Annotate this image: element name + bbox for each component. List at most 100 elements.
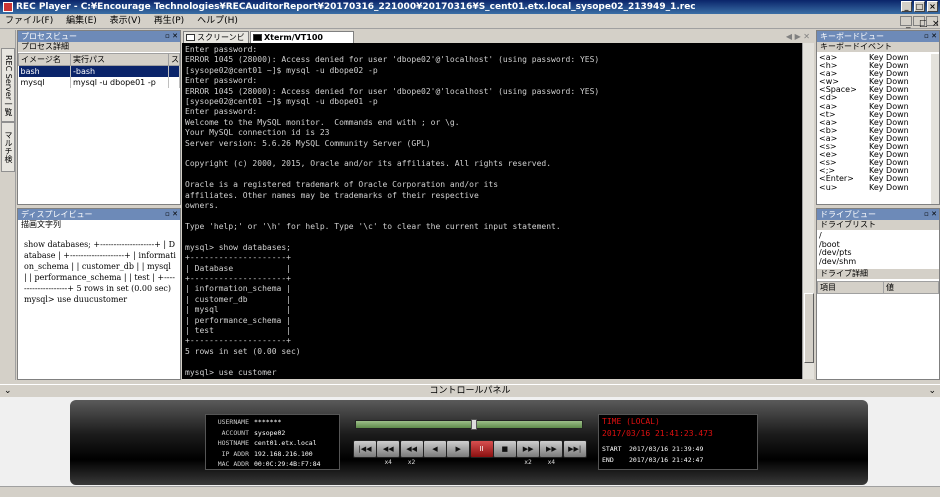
drawn-string-label: 描画文字列 [18,220,180,230]
process-image-cell: bash [18,65,71,77]
forward-x4-icon: ▶▶ [546,445,557,453]
progress-knob[interactable] [471,419,478,430]
forward-x2-icon: ▶▶ [522,445,534,453]
terminal-line: [sysope02@cent01 ~]$ mysql -u dbope01 -p [185,97,378,107]
terminal-line: | information_schema | [185,284,291,294]
mdi-close-button[interactable]: × [926,16,940,29]
terminal-scrollbar[interactable] [802,43,814,379]
control-panel-header[interactable]: コントロールパネル ⌄ ⌄ [0,384,940,397]
terminal-line: Enter password: [185,45,258,54]
skip-start-button[interactable]: |◀◀ [353,440,377,458]
info-label: ACCOUNT [221,428,249,437]
info-value: ******* [254,418,282,426]
stop-icon: ■ [501,445,509,453]
keyboard-view-title: キーボードビュー [820,32,884,41]
keyboard-events-label: キーボードイベント [817,42,939,52]
drawn-string-text: show databases; +--------------------+ |… [24,240,176,304]
terminal-line: Enter password: [185,76,258,86]
terminal-line: | customer_db | [185,294,291,304]
rewind-x4-button[interactable]: ◀◀ x4 [376,440,401,466]
terminal-line: +--------------------+ [185,336,291,346]
process-image-cell: mysql [18,76,71,88]
process-view-panel: プロセスビュー ▫ ✕ プロセス詳細 イメージ名 実行パス ス bash -ba… [17,30,181,205]
table-row[interactable]: bash -bash [18,65,180,77]
view-tabs: スクリーンビュー Xterm/VT100 Terminal ◀ ▶ ✕ [182,30,814,53]
panel-controls-icon[interactable]: ▫ ✕ [924,209,937,220]
window-title: REC Player - C:¥Encourage Technologies¥R… [16,2,696,12]
panel-controls-icon[interactable]: ▫ ✕ [924,31,937,42]
terminal-icon [253,34,262,41]
info-value: cent01.etx.local [254,439,317,447]
panel-controls-icon[interactable]: ▫ ✕ [165,31,178,42]
column-header-image[interactable]: イメージ名 [18,53,71,66]
panel-controls-icon[interactable]: ▫ ✕ [165,209,178,220]
rewind-x2-button[interactable]: ◀◀ x2 [399,440,424,466]
terminal-line: Copyright (c) 2000, 2015, Oracle and/or … [185,159,552,169]
info-label: USERNAME [217,418,249,426]
terminal-line: 5 rows in set (0.00 sec) [185,346,301,356]
play-button[interactable]: ▶ [446,440,471,458]
column-header-item[interactable]: 項目 [817,281,884,294]
terminal-line: | performance_schema | [185,315,291,325]
column-header-status[interactable]: ス [168,53,180,66]
list-item[interactable]: /dev/shm [819,257,929,267]
speed-label: x4 [547,459,556,466]
terminal-line: ERROR 1045 (28000): Access denied for us… [185,55,600,65]
close-button[interactable]: × [927,1,938,12]
column-header-path[interactable]: 実行パス [70,53,169,66]
step-back-button[interactable]: ◀ [422,440,447,458]
terminal-output[interactable]: Enter password: ERROR 1045 (28000): Acces… [182,43,802,379]
start-label: START [602,445,622,453]
drive-view-panel: ドライブビュー ▫ ✕ ドライブリスト / /boot /dev/pts /de… [816,208,940,380]
left-tab-strip: REC Server一覧 マルチ検 [0,30,16,380]
maximize-button[interactable]: □ [914,1,925,12]
pause-button[interactable]: II [469,440,494,458]
skip-end-button[interactable]: ▶▶| [562,440,587,458]
terminal-line: +--------------------+ [185,253,291,263]
scrollbar-thumb[interactable] [804,293,814,363]
info-row: ACCOUNT sysope02 [206,428,341,438]
tab-screen-view[interactable]: スクリーンビュー [183,31,249,53]
drive-list[interactable]: / /boot /dev/pts /dev/shm [819,231,929,267]
forward-x4-button[interactable]: ▶▶ x4 [539,440,564,466]
keyboard-scrollbar[interactable] [931,54,939,204]
menu-edit[interactable]: 編集(E) [61,14,102,29]
menu-view[interactable]: 表示(V) [105,14,146,29]
playback-progress-bar[interactable] [355,419,583,430]
monitor-icon [186,34,195,41]
process-view-title: プロセスビュー [21,32,77,41]
skip-start-icon: |◀◀ [358,445,372,453]
process-detail-label: プロセス詳細 [18,42,180,52]
menu-help[interactable]: ヘルプ(H) [192,14,243,29]
minimize-button[interactable]: _ [901,1,912,12]
mdi-restore-button[interactable]: □ [913,16,928,29]
mdi-controls: _ □ × [899,16,940,29]
stop-button[interactable]: ■ [492,440,517,458]
terminal-line: | Database | [185,263,291,273]
tab-rec-server-list[interactable]: REC Server一覧 [1,48,15,122]
display-view-panel: ディスプレイビュー ▫ ✕ 描画文字列 show databases; +---… [17,208,181,380]
menu-file[interactable]: ファイル(F) [0,14,58,29]
menu-bar: ファイル(F) 編集(E) 表示(V) 再生(P) ヘルプ(H) _ □ × [0,14,940,29]
tab-xterm-terminal[interactable]: Xterm/VT100 Terminal [250,31,354,53]
forward-x2-button[interactable]: ▶▶ x2 [516,440,541,466]
mdi-minimize-button[interactable]: _ [900,16,912,29]
tab-multi-search[interactable]: マルチ検 [1,122,15,172]
skip-end-icon: ▶▶| [568,445,582,453]
current-time-value: 2017/03/16 21:41:23.473 [602,429,713,438]
control-panel-title: コントロールパネル [429,386,511,396]
menu-playback[interactable]: 再生(P) [149,14,189,29]
column-header-value[interactable]: 値 [883,281,939,294]
info-value: sysope02 [254,428,286,437]
pause-icon: II [479,445,484,453]
info-row: USERNAME ******* [206,417,341,427]
tab-scroll-arrows-icon[interactable]: ◀ ▶ ✕ [786,32,810,41]
keyboard-event-list[interactable]: <a> Key Down <h> Key Down <a> Key Down <w> Key … [819,54,929,204]
play-icon: ▶ [455,445,461,453]
table-row[interactable]: mysql mysql -u dbope01 -p [18,76,180,88]
info-value: 192.168.216.100 [254,449,313,458]
speed-label: x4 [384,459,392,466]
list-item[interactable]: <u> Key Down [819,183,929,192]
